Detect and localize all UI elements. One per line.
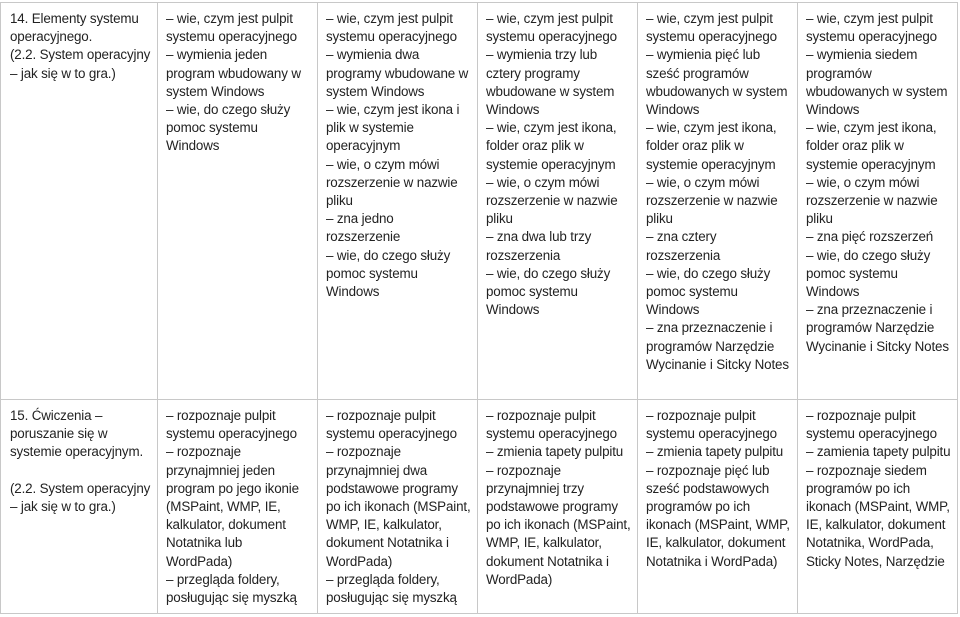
requirement-cell-level-1: – wie, czym jest pulpit systemu operacyj… (157, 2, 318, 400)
requirement-cell-level-2: – wie, czym jest pulpit systemu operacyj… (317, 2, 478, 400)
requirement-cell-level-2: – rozpoznaje pulpit systemu operacyjnego… (317, 398, 478, 615)
requirement-cell-level-5: – wie, czym jest pulpit systemu operacyj… (797, 2, 958, 400)
topic-cell: 15. Ćwiczenia – poruszanie się w systemi… (0, 398, 158, 615)
requirement-cell-level-5: – rozpoznaje pulpit systemu operacyjnego… (797, 398, 958, 615)
topic-cell: 14. Elementy systemu operacyjnego. (2.2.… (0, 2, 158, 400)
requirement-cell-level-3: – rozpoznaje pulpit systemu operacyjnego… (477, 398, 638, 615)
table-row: 14. Elementy systemu operacyjnego. (2.2.… (0, 2, 958, 400)
requirement-cell-level-3: – wie, czym jest pulpit systemu operacyj… (477, 2, 638, 400)
requirements-table: 14. Elementy systemu operacyjnego. (2.2.… (0, 2, 958, 615)
requirement-cell-level-4: – wie, czym jest pulpit systemu operacyj… (637, 2, 798, 400)
table-row: 15. Ćwiczenia – poruszanie się w systemi… (0, 398, 958, 615)
requirement-cell-level-4: – rozpoznaje pulpit systemu operacyjnego… (637, 398, 798, 615)
requirement-cell-level-1: – rozpoznaje pulpit systemu operacyjnego… (157, 398, 318, 615)
